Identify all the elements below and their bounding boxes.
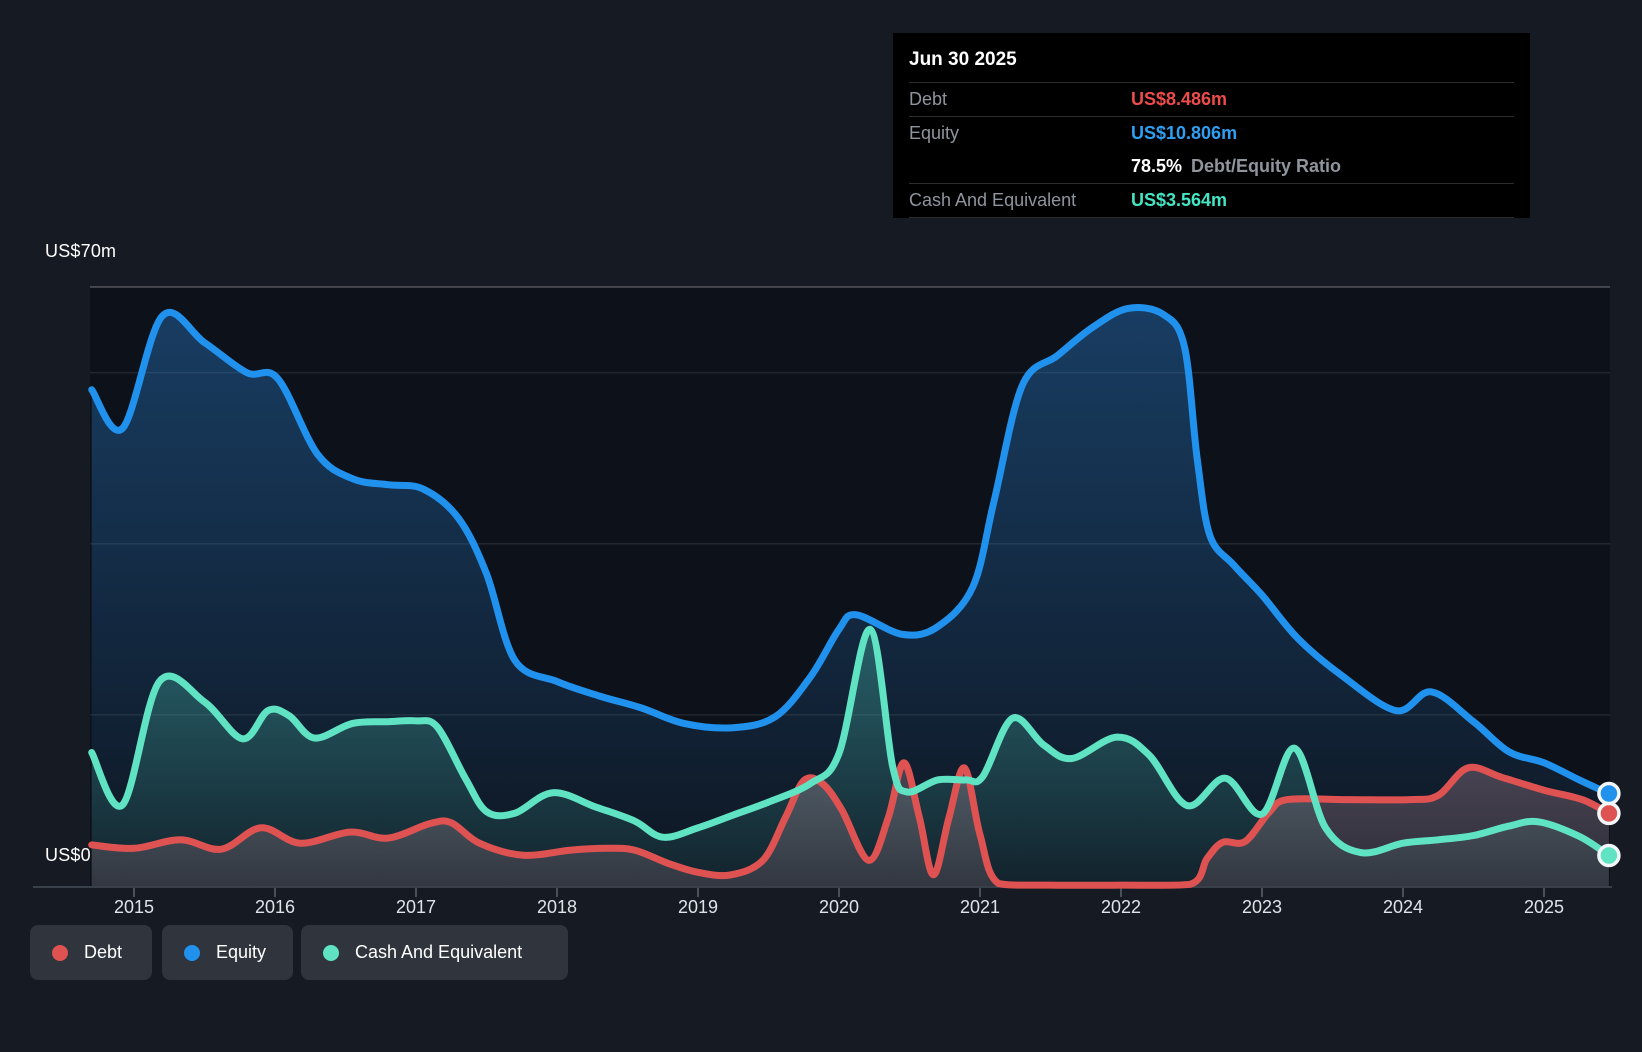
tooltip-cash-label: Cash And Equivalent: [909, 190, 1131, 211]
tooltip-equity-value: US$10.806m: [1131, 123, 1237, 144]
x-axis-label-2017: 2017: [371, 897, 461, 918]
legend-debt-label: Debt: [84, 942, 122, 963]
x-axis-label-2025: 2025: [1499, 897, 1589, 918]
debt-end-marker: [1599, 803, 1619, 823]
x-axis-label-2023: 2023: [1217, 897, 1307, 918]
tooltip-debt-value: US$8.486m: [1131, 89, 1227, 110]
legend-item-cash[interactable]: Cash And Equivalent: [301, 925, 568, 980]
x-axis-label-2024: 2024: [1358, 897, 1448, 918]
tooltip-ratio-label: Debt/Equity Ratio: [1191, 156, 1341, 177]
legend-item-debt[interactable]: Debt: [30, 925, 152, 980]
x-axis-label-2022: 2022: [1076, 897, 1166, 918]
equity-legend-dot-icon: [184, 945, 200, 961]
tooltip-debt-row: Debt US$8.486m: [909, 83, 1514, 117]
tooltip-debt-label: Debt: [909, 89, 1131, 110]
x-axis-label-2020: 2020: [794, 897, 884, 918]
y-axis-max-label: US$70m: [45, 241, 116, 262]
tooltip-date: Jun 30 2025: [909, 39, 1514, 83]
x-axis-label-2015: 2015: [89, 897, 179, 918]
legend-item-equity[interactable]: Equity: [162, 925, 293, 980]
legend-equity-label: Equity: [216, 942, 266, 963]
cash-legend-dot-icon: [323, 945, 339, 961]
chart-tooltip: Jun 30 2025 Debt US$8.486m Equity US$10.…: [893, 33, 1530, 218]
cash-end-marker: [1599, 846, 1619, 866]
x-axis-label-2018: 2018: [512, 897, 602, 918]
tooltip-equity-label: Equity: [909, 123, 1131, 144]
y-axis-zero-label: US$0: [45, 845, 91, 866]
equity-end-marker: [1599, 784, 1619, 804]
tooltip-cash-value: US$3.564m: [1131, 190, 1227, 211]
x-axis-label-2016: 2016: [230, 897, 320, 918]
tooltip-equity-row: Equity US$10.806m: [909, 117, 1514, 150]
debt-legend-dot-icon: [52, 945, 68, 961]
tooltip-ratio-value: 78.5%: [1131, 156, 1182, 177]
legend-cash-label: Cash And Equivalent: [355, 942, 522, 963]
tooltip-cash-row: Cash And Equivalent US$3.564m: [909, 184, 1514, 218]
x-axis-label-2019: 2019: [653, 897, 743, 918]
tooltip-ratio-row: 78.5% Debt/Equity Ratio: [909, 150, 1514, 184]
x-axis-label-2021: 2021: [935, 897, 1025, 918]
